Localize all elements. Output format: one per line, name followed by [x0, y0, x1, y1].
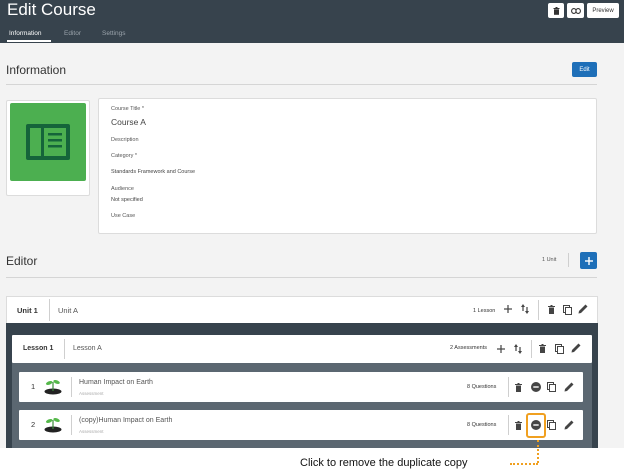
page-title: Edit Course — [7, 0, 96, 19]
description-label: Description — [111, 137, 139, 143]
lesson-row[interactable]: Lesson 1 Lesson A 2 Assessments — [12, 335, 592, 363]
divider — [508, 415, 509, 435]
pencil-icon[interactable] — [564, 420, 574, 430]
divider — [64, 339, 65, 359]
top-header: Edit Course Preview Information Editor S… — [0, 0, 624, 43]
sprout-icon — [44, 416, 62, 433]
divider — [538, 300, 539, 320]
lesson-count: 1 Lesson — [473, 308, 496, 314]
category-value: Standards Framework and Course — [111, 169, 196, 175]
unit-count: 1 Unit — [542, 257, 557, 263]
add-unit-button[interactable] — [580, 252, 597, 269]
link-icon — [570, 7, 581, 14]
trash-icon[interactable] — [515, 383, 522, 392]
reorder-arrows-icon[interactable] — [521, 304, 529, 314]
question-count: 8 Questions — [467, 384, 497, 390]
assessment-row[interactable]: 1 Human Impact on Earth Assessment 8 Que… — [19, 372, 583, 402]
divider — [6, 277, 597, 278]
unit-name: Unit A — [58, 306, 79, 315]
editor-heading: Editor — [6, 254, 38, 268]
pencil-icon[interactable] — [564, 382, 574, 392]
course-book-icon — [26, 124, 70, 160]
remove-circle-icon[interactable] — [531, 382, 541, 392]
course-title-label: Course Title * — [111, 106, 145, 112]
divider — [568, 253, 569, 267]
pencil-icon[interactable] — [571, 343, 581, 353]
edit-button[interactable]: Edit — [572, 62, 597, 77]
remove-button-highlight — [526, 413, 546, 438]
duplicate-icon[interactable] — [563, 305, 572, 315]
add-lesson-plus-icon[interactable] — [504, 305, 512, 313]
trash-icon[interactable] — [539, 344, 546, 353]
assessment-index: 1 — [31, 382, 36, 391]
audience-label: Audience — [111, 186, 134, 192]
course-thumbnail — [10, 103, 86, 181]
divider — [6, 84, 597, 85]
unit-number: Unit 1 — [17, 306, 38, 315]
delete-course-button[interactable] — [548, 3, 564, 18]
duplicate-icon[interactable] — [547, 420, 556, 430]
app-window: Edit Course Preview Information Editor S… — [0, 0, 624, 448]
assessment-index: 2 — [31, 420, 36, 429]
assessment-type: Assessment — [79, 429, 104, 434]
assessment-count: 2 Assessments — [450, 345, 487, 351]
link-button[interactable] — [567, 3, 584, 18]
plus-icon — [584, 256, 593, 265]
tab-editor[interactable]: Editor — [64, 30, 81, 37]
course-title-value: Course A — [111, 117, 146, 127]
divider — [508, 377, 509, 397]
assessment-row[interactable]: 2 (copy)Human Impact on Earth Assessment… — [19, 410, 583, 440]
preview-button[interactable]: Preview — [587, 3, 619, 18]
assessment-title: Human Impact on Earth — [79, 379, 153, 386]
lesson-number: Lesson 1 — [23, 345, 54, 352]
course-info-card: Course Title * Course A Description Cate… — [98, 98, 597, 234]
duplicate-icon[interactable] — [547, 382, 556, 392]
audience-value: Not specified — [111, 197, 143, 203]
question-count: 8 Questions — [467, 422, 497, 428]
add-assessment-plus-icon[interactable] — [497, 345, 505, 353]
trash-icon[interactable] — [548, 305, 555, 314]
use-case-label: Use Case — [111, 213, 136, 219]
unit-row[interactable]: Unit 1 Unit A 1 Lesson — [6, 296, 598, 323]
divider — [531, 340, 532, 358]
divider — [71, 415, 72, 435]
divider — [49, 299, 50, 321]
duplicate-icon[interactable] — [555, 344, 564, 354]
pencil-icon[interactable] — [578, 304, 588, 314]
callout-leader-line — [510, 463, 538, 465]
sprout-icon — [44, 378, 62, 395]
trash-icon — [553, 6, 560, 15]
tab-information[interactable]: Information — [9, 30, 42, 37]
callout-text: Click to remove the duplicate copy — [300, 457, 468, 469]
reorder-arrows-icon[interactable] — [514, 344, 522, 354]
lesson-name: Lesson A — [73, 345, 102, 352]
assessment-type: Assessment — [79, 391, 104, 396]
course-thumbnail-card[interactable] — [6, 100, 90, 196]
tab-settings[interactable]: Settings — [102, 30, 126, 37]
category-label: Category * — [111, 153, 137, 159]
callout-leader-line — [537, 440, 539, 463]
active-tab-indicator — [7, 40, 51, 42]
information-heading: Information — [6, 63, 67, 77]
assessment-title: (copy)Human Impact on Earth — [79, 417, 173, 424]
trash-icon[interactable] — [515, 421, 522, 430]
divider — [71, 377, 72, 397]
